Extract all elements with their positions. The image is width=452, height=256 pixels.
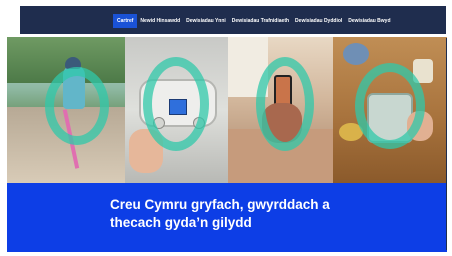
hero-panel-food-waste [333,37,447,183]
page-frame: Cartref Newid Hinsawdd Dewisiadau Ynni D… [0,0,452,256]
hero-panel-boiler [125,37,228,183]
hero-panel-scooter [7,37,125,183]
nav-item-dewisiadau-dyddiol[interactable]: Dewisiadau Dyddiol [292,14,345,28]
hero-panel-phone [228,37,333,183]
headline-line-1: Creu Cymru gryfach, gwyrddach a [110,197,330,212]
nav-item-cartref[interactable]: Cartref [113,14,138,28]
nav-item-dewisiadau-bwyd[interactable]: Dewisiadau Bwyd [345,14,393,28]
highlight-ring [355,63,425,149]
main-nav: Cartref Newid Hinsawdd Dewisiadau Ynni D… [113,14,394,28]
bowl [343,43,369,65]
highlight-ring [45,67,109,145]
nav-item-dewisiadau-ynni[interactable]: Dewisiadau Ynni [183,14,229,28]
highlight-ring [256,57,314,151]
headline-line-2: thecach gyda’n gilydd [110,215,252,230]
highlight-ring [143,57,209,151]
nav-item-newid-hinsawdd[interactable]: Newid Hinsawdd [137,14,183,28]
hero-image-strip [7,37,447,183]
frame-edge [446,38,447,250]
nav-item-dewisiadau-trafnidiaeth[interactable]: Dewisiadau Trafnidiaeth [229,14,292,28]
hero-headline: Creu Cymru gryfach, gwyrddach a thecach … [110,196,410,232]
